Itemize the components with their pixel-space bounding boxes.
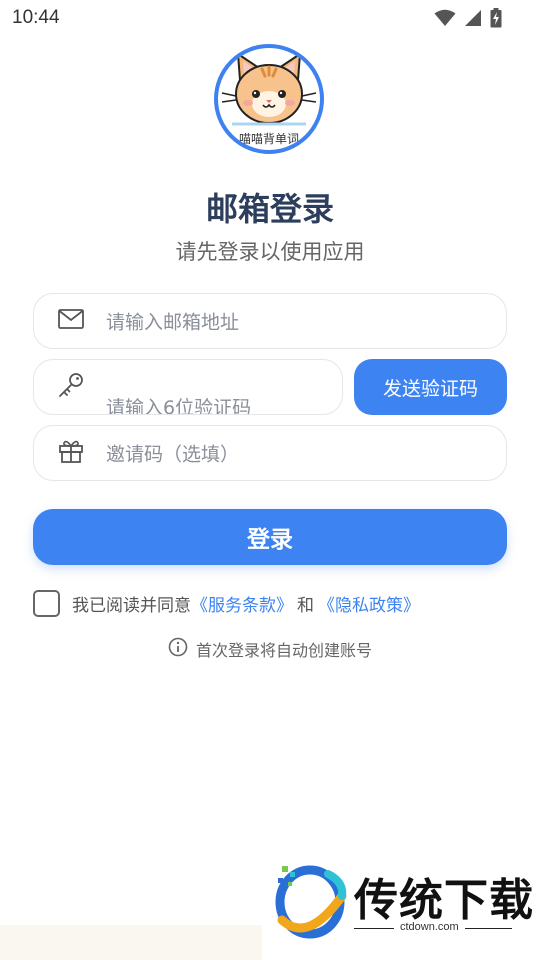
status-bar: 10:44 <box>0 0 540 36</box>
verification-code-field[interactable]: 请输入6位验证码 <box>33 359 343 415</box>
watermark-url: ctdown.com <box>394 921 465 933</box>
agreement-and: 和 <box>297 595 314 616</box>
send-code-button[interactable]: 发送验证码 <box>354 359 507 415</box>
first-login-hint: 首次登录将自动创建账号 <box>0 637 540 661</box>
key-icon <box>58 372 84 402</box>
bottom-strip <box>0 925 262 960</box>
cellular-signal-icon <box>464 9 482 27</box>
code-placeholder: 请输入6位验证码 <box>106 397 252 415</box>
status-time: 10:44 <box>12 7 60 28</box>
mail-icon <box>58 309 84 333</box>
battery-charging-icon <box>490 8 502 28</box>
page-title: 邮箱登录 <box>205 190 334 228</box>
page-subtitle: 请先登录以使用应用 <box>175 240 365 264</box>
email-placeholder: 请输入邮箱地址 <box>106 311 240 334</box>
agreement-text: 我已阅读并同意 <box>72 595 191 616</box>
hint-text: 首次登录将自动创建账号 <box>195 641 372 660</box>
agreement-row: 我已阅读并同意 《服务条款》 和 《隐私政策》 <box>33 589 420 617</box>
terms-link[interactable]: 《服务条款》 <box>191 591 293 616</box>
app-logo: 喵喵背单词 <box>214 44 324 154</box>
email-field[interactable]: 请输入邮箱地址 <box>33 293 507 349</box>
gift-icon <box>58 438 84 468</box>
invite-placeholder: 邀请码（选填） <box>106 443 240 466</box>
invite-code-field[interactable]: 邀请码（选填） <box>33 425 507 481</box>
wifi-icon <box>434 9 456 27</box>
agreement-checkbox[interactable] <box>33 589 60 617</box>
watermark: 传统下载 ctdown.com <box>268 858 533 948</box>
login-button[interactable]: 登录 <box>33 509 507 565</box>
privacy-link[interactable]: 《隐私政策》 <box>318 591 420 616</box>
watermark-title: 传统下载 <box>354 875 534 926</box>
logo-caption: 喵喵背单词 <box>238 132 299 146</box>
status-icons <box>434 8 502 28</box>
info-icon <box>168 637 188 661</box>
